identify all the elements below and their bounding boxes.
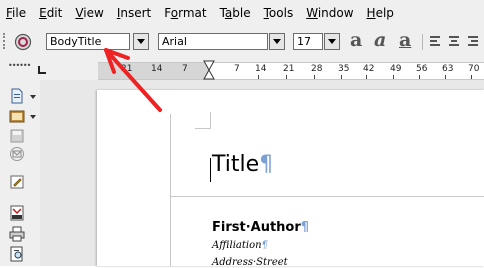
menu-format[interactable]: Format <box>164 6 206 20</box>
menu-window-label: indow <box>317 5 354 20</box>
ruler-label: 63 <box>442 64 454 74</box>
ruler-label: 21 <box>283 64 295 74</box>
font-size-combo[interactable]: 17 <box>293 33 323 50</box>
ruler-tab-stop[interactable] <box>445 75 446 79</box>
ruler-label: 21 <box>121 64 133 74</box>
paragraph-style-combo[interactable]: BodyTitle <box>46 33 130 50</box>
menu-help-mnemonic: H <box>366 5 376 20</box>
menu-window[interactable]: Window <box>306 6 353 20</box>
print-preview-icon[interactable] <box>9 246 25 262</box>
new-document-dropdown-icon[interactable] <box>30 95 36 99</box>
document-author-text: First·Author <box>212 220 301 235</box>
document-title-text: Title <box>212 152 260 177</box>
indent-marker-icon[interactable] <box>203 60 215 80</box>
ruler-tab-stop[interactable] <box>286 75 287 79</box>
font-name-value: Arial <box>162 35 187 48</box>
menu-tools[interactable]: Tools <box>264 6 294 20</box>
ruler-tab-stop[interactable] <box>471 75 472 79</box>
paragraph-mark: ¶ <box>300 220 310 235</box>
ruler-tab-stop[interactable] <box>419 75 420 79</box>
text-boundary-mark <box>195 128 211 129</box>
ruler-label: 7 <box>182 64 188 74</box>
save-icon[interactable] <box>9 128 25 144</box>
ruler-tab-stop[interactable] <box>393 75 394 79</box>
text-boundary-left <box>170 114 171 266</box>
formatting-toolbar: BodyTitle Arial 17 a a a <box>0 25 484 58</box>
font-size-dropdown-button[interactable] <box>324 33 340 50</box>
styles-icon[interactable] <box>14 33 32 51</box>
templates-dropdown-icon[interactable] <box>30 115 36 119</box>
text-boundary-mark <box>210 112 211 128</box>
font-name-combo[interactable]: Arial <box>158 33 268 50</box>
ruler-label: 35 <box>338 64 350 74</box>
ruler-row: •••••• 21 14 7 7 14 21 28 35 42 49 56 63… <box>0 58 484 80</box>
tab-stop-type-icon[interactable] <box>38 66 46 74</box>
document-affiliation[interactable]: Affiliation¶ <box>212 240 268 251</box>
toolbar-separator <box>422 34 423 50</box>
templates-icon[interactable] <box>9 108 25 124</box>
ruler-label: 42 <box>363 64 375 74</box>
ruler-label: 49 <box>390 64 402 74</box>
ruler-label: 28 <box>311 64 323 74</box>
align-center-icon[interactable] <box>449 36 459 46</box>
menu-view[interactable]: View <box>75 6 103 20</box>
ruler-tab-stop[interactable] <box>314 75 315 79</box>
export-pdf-icon[interactable] <box>9 205 25 221</box>
text-cursor <box>210 158 211 182</box>
document-address-text: Address·Street <box>212 257 288 268</box>
menu-insert-label: nsert <box>120 5 152 20</box>
horizontal-ruler[interactable]: 21 14 7 7 14 21 28 35 42 49 56 63 70 <box>98 62 484 80</box>
paragraph-mark: ¶ <box>261 240 268 251</box>
menu-insert[interactable]: Insert <box>117 6 151 20</box>
new-document-icon[interactable] <box>9 88 25 104</box>
font-size-value: 17 <box>297 35 311 48</box>
ruler-label: 7 <box>234 64 240 74</box>
ruler-tab-stop[interactable] <box>341 75 342 79</box>
underline-icon[interactable]: a <box>399 29 411 51</box>
document-address[interactable]: Address·Street <box>212 257 288 268</box>
menu-table[interactable]: Table <box>220 6 251 20</box>
menu-view-label: iew <box>83 5 104 20</box>
ruler-label: 14 <box>255 64 267 74</box>
ruler-label: 56 <box>416 64 428 74</box>
menu-bar: File Edit View Insert Format Table Tools… <box>0 0 484 25</box>
menu-file[interactable]: File <box>6 6 26 20</box>
document-author[interactable]: First·Author¶ <box>212 220 309 235</box>
paragraph-style-value: BodyTitle <box>50 35 102 48</box>
left-sidebar <box>0 80 40 266</box>
ruler-tab-stop[interactable] <box>366 75 367 79</box>
align-left-icon[interactable] <box>430 36 440 46</box>
align-right-icon[interactable] <box>468 36 478 46</box>
ruler-label: 14 <box>151 64 163 74</box>
document-title[interactable]: Title¶ <box>212 152 273 177</box>
menu-edit[interactable]: Edit <box>39 6 62 20</box>
text-boundary-separator <box>171 196 484 197</box>
print-icon[interactable] <box>9 226 25 242</box>
ruler-label: 70 <box>468 64 480 74</box>
bold-icon[interactable]: a <box>350 29 362 51</box>
menu-file-label: ile <box>12 5 27 20</box>
ruler-tab-stop[interactable] <box>258 75 259 79</box>
paragraph-mark: ¶ <box>259 152 274 177</box>
menu-help-label: elp <box>375 5 394 20</box>
document-affiliation-text: Affiliation <box>212 240 262 251</box>
edit-icon[interactable] <box>9 174 25 190</box>
menu-tools-label: ools <box>268 5 294 20</box>
menu-format-mnemonic: o <box>170 5 179 20</box>
menu-format-label: rmat <box>178 5 207 20</box>
menu-window-mnemonic: W <box>306 5 318 20</box>
font-name-dropdown-button[interactable] <box>269 33 285 50</box>
toolbar-grip[interactable] <box>3 33 7 49</box>
menu-edit-label: dit <box>46 5 63 20</box>
italic-icon[interactable]: a <box>374 29 386 51</box>
menu-help[interactable]: Help <box>367 6 394 20</box>
email-icon[interactable] <box>9 146 25 162</box>
sidebar-grip[interactable]: •••••• <box>8 61 31 70</box>
menu-edit-mnemonic: E <box>39 5 47 20</box>
menu-table-label: ble <box>232 5 251 20</box>
document-page[interactable] <box>97 90 484 266</box>
paragraph-style-dropdown-button[interactable] <box>133 33 149 50</box>
